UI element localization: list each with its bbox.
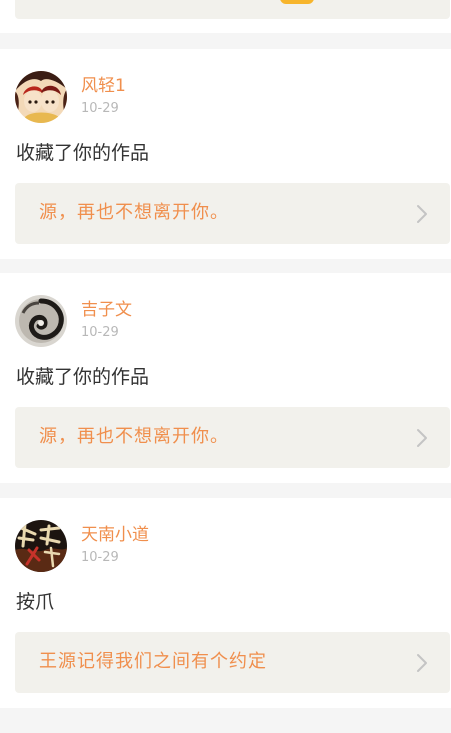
action-text: 按爪 xyxy=(16,591,55,613)
emoji-icon xyxy=(280,0,314,4)
notification-item: 天南小道 10-29 按爪 王源记得我们之间有个约定 xyxy=(0,498,451,708)
work-title: 王源记得我们之间有个约定 xyxy=(39,651,267,672)
work-card[interactable]: 源，再也不想离开你。 xyxy=(15,183,450,244)
previous-work-card[interactable] xyxy=(15,0,450,19)
work-card[interactable]: 王源记得我们之间有个约定 xyxy=(15,632,450,693)
action-text: 收藏了你的作品 xyxy=(16,142,150,164)
notification-feed: 风轻1 10-29 收藏了你的作品 源，再也不想离开你。 吉子文 10-29 收… xyxy=(0,0,451,733)
username[interactable]: 吉子文 xyxy=(81,299,132,321)
work-title: 源，再也不想离开你。 xyxy=(39,426,229,447)
timestamp: 10-29 xyxy=(81,325,119,340)
chevron-right-icon xyxy=(417,205,427,223)
timestamp: 10-29 xyxy=(81,550,119,565)
username[interactable]: 风轻1 xyxy=(81,75,126,97)
notification-item: 风轻1 10-29 收藏了你的作品 源，再也不想离开你。 xyxy=(0,49,451,259)
chevron-right-icon xyxy=(417,654,427,672)
calligraphy-avatar-icon[interactable] xyxy=(15,520,67,572)
action-text: 收藏了你的作品 xyxy=(16,366,150,388)
work-card[interactable]: 源，再也不想离开你。 xyxy=(15,407,450,468)
swirl-avatar-icon[interactable] xyxy=(15,295,67,347)
timestamp: 10-29 xyxy=(81,101,119,116)
username[interactable]: 天南小道 xyxy=(81,524,149,546)
anime-girl-avatar-icon[interactable] xyxy=(15,71,67,123)
chevron-right-icon xyxy=(417,429,427,447)
work-title: 源，再也不想离开你。 xyxy=(39,202,229,223)
notification-item: 吉子文 10-29 收藏了你的作品 源，再也不想离开你。 xyxy=(0,273,451,483)
previous-item-partial xyxy=(0,0,451,33)
